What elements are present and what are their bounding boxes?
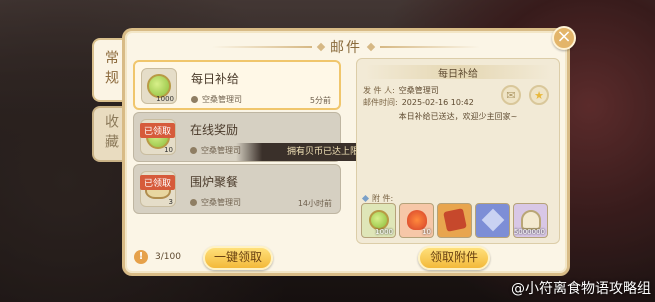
person-icon bbox=[190, 147, 197, 154]
mail-detail: 每日补给 发 件 人: 空桑管理司 邮件时间: 2025-02-16 10:42 ✉… bbox=[356, 58, 560, 244]
detail-title: 每日补给 bbox=[365, 65, 551, 80]
flame-icon bbox=[407, 210, 427, 230]
mail-item-icon: 1000 bbox=[141, 68, 177, 104]
mail-item-time: 5分前 bbox=[309, 96, 331, 105]
attachments-row: 1000 10 5000000 bbox=[361, 203, 548, 238]
mail-icon: ✉ bbox=[506, 88, 516, 102]
watermark: @小符离食物语攻略组 bbox=[511, 281, 651, 297]
attachment-item[interactable]: 1000 bbox=[361, 203, 396, 238]
attachment-item[interactable]: 5000000 bbox=[513, 203, 548, 238]
star-icon: ★ bbox=[534, 88, 544, 102]
crystal-icon bbox=[481, 208, 505, 232]
attachment-item[interactable]: 10 bbox=[399, 203, 434, 238]
attachment-item[interactable] bbox=[437, 203, 472, 238]
mail-item-title: 围炉聚餐 bbox=[190, 175, 239, 189]
claim-all-button[interactable]: 一键领取 bbox=[203, 246, 273, 270]
mail-item-daily-supply[interactable]: 1000 每日补给 空桑管理司 5分前 bbox=[133, 60, 341, 110]
warning-icon: ! bbox=[134, 250, 148, 264]
window-title: 邮件 bbox=[330, 40, 362, 56]
mail-item-title: 在线奖励 bbox=[190, 123, 239, 137]
mail-item-sender: 空桑管理司 bbox=[191, 94, 242, 105]
claimed-stamp: 已领取 bbox=[140, 123, 176, 138]
coin-icon bbox=[369, 210, 389, 230]
mail-item-sender: 空桑管理司 bbox=[190, 197, 241, 208]
mail-item-sender: 空桑管理司 bbox=[190, 145, 241, 156]
detail-time-row: 邮件时间: 2025-02-16 10:42 bbox=[363, 98, 474, 107]
mail-action-button[interactable]: ✉ bbox=[501, 85, 521, 105]
mail-item-title: 每日补给 bbox=[191, 72, 240, 86]
detail-body: 本日补给已送达，欢迎少主回家~ bbox=[398, 112, 518, 121]
shell-icon bbox=[521, 210, 541, 230]
detail-sender-row: 发 件 人: 空桑管理司 bbox=[363, 86, 439, 95]
claimed-stamp: 已领取 bbox=[140, 175, 176, 190]
mail-title-bar: 邮件 bbox=[125, 37, 567, 57]
scroll-icon bbox=[443, 208, 467, 232]
close-button[interactable]: × bbox=[552, 26, 576, 50]
attachment-item[interactable] bbox=[475, 203, 510, 238]
mail-item-hearth-feast[interactable]: 3 已领取 围炉聚餐 空桑管理司 14小时前 bbox=[133, 164, 341, 214]
person-icon bbox=[191, 96, 198, 103]
mail-item-time: 14小时前 bbox=[297, 199, 332, 208]
close-icon: × bbox=[556, 26, 572, 47]
claim-attachments-button[interactable]: 领取附件 bbox=[418, 246, 490, 270]
favorite-button[interactable]: ★ bbox=[529, 85, 549, 105]
person-icon bbox=[190, 199, 197, 206]
diamond-icon bbox=[361, 194, 370, 203]
mail-count: 3/100 bbox=[155, 252, 181, 262]
